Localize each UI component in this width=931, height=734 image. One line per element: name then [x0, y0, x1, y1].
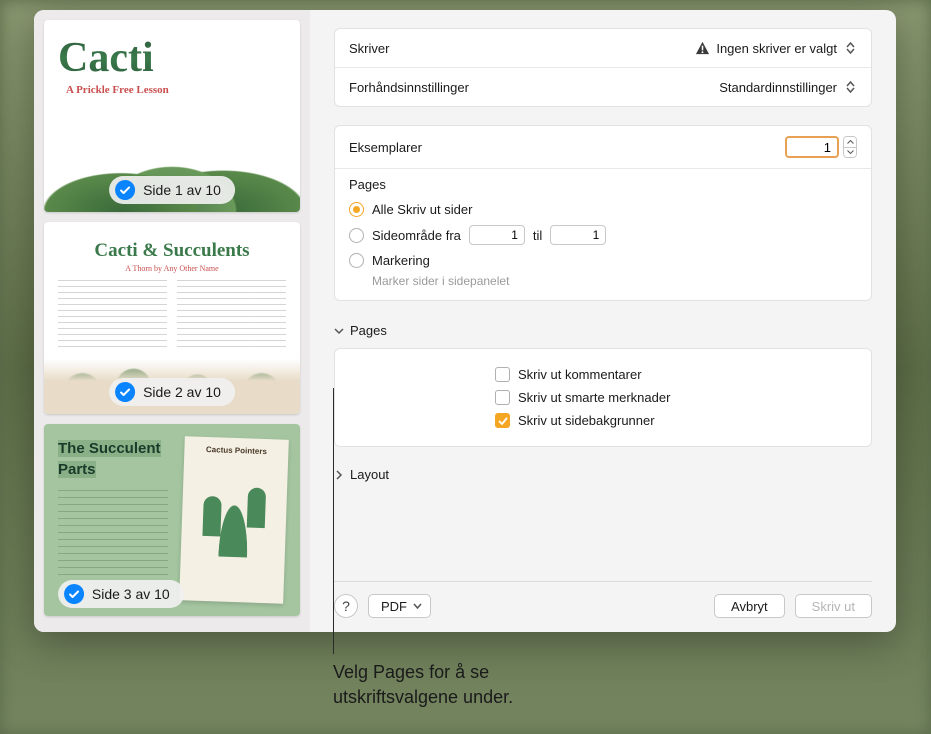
radio-icon	[349, 202, 364, 217]
presets-row: Forhåndsinnstillinger Standardinnstillin…	[335, 68, 871, 106]
check-icon	[115, 180, 135, 200]
callout-line1: Velg Pages for å se	[333, 660, 513, 685]
pages-disclosure-label: Pages	[350, 323, 387, 338]
thumb3-left: The Succulent Parts	[58, 438, 168, 580]
radio-icon	[349, 228, 364, 243]
print-backgrounds-checkbox[interactable]: Skriv ut sidebakgrunner	[495, 409, 857, 432]
dialog-footer: ? PDF Avbryt Skriv ut	[334, 581, 872, 618]
stepper-up[interactable]	[844, 137, 856, 148]
print-annotations-label: Skriv ut smarte merknader	[518, 390, 670, 405]
thumb1-title: Cacti	[58, 34, 154, 82]
copies-input[interactable]	[785, 136, 839, 158]
thumb2-body	[58, 280, 286, 352]
presets-value: Standardinnstillinger	[719, 80, 837, 95]
page-thumbnail-2[interactable]: Cacti & Succulents A Thorn by Any Other …	[44, 222, 300, 414]
thumb3-badge[interactable]: Side 3 av 10	[58, 580, 184, 608]
callout-line	[333, 388, 334, 654]
chevron-down-icon	[413, 603, 422, 609]
page-thumbnail-3[interactable]: The Succulent Parts Cactus Pointers Side…	[44, 424, 300, 616]
range-from-label: Sideområde fra	[372, 228, 461, 243]
thumb-badge-label: Side 3 av 10	[92, 586, 170, 602]
chevron-down-icon	[334, 326, 344, 336]
chevron-right-icon	[334, 470, 344, 480]
thumb2-title: Cacti & Succulents	[44, 240, 300, 262]
stepper-down[interactable]	[844, 148, 856, 158]
callout-line2: utskriftsvalgene under.	[333, 685, 513, 710]
radio-all-label: Alle Skriv ut sider	[372, 202, 472, 217]
copies-label: Eksemplarer	[349, 140, 785, 155]
thumb-badge-label: Side 1 av 10	[143, 182, 221, 198]
print-comments-checkbox[interactable]: Skriv ut kommentarer	[495, 363, 857, 386]
thumb3-right: Cactus Pointers	[179, 436, 289, 604]
checkbox-icon	[495, 367, 510, 382]
printer-value: Ingen skriver er valgt	[716, 41, 837, 56]
checkbox-icon	[495, 413, 510, 428]
pdf-label: PDF	[381, 599, 407, 614]
pages-disclosure[interactable]: Pages	[334, 319, 872, 342]
chevrons-icon	[843, 78, 857, 96]
printer-select[interactable]: Ingen skriver er valgt	[695, 39, 857, 57]
page-thumbnails-sidebar[interactable]: Cacti A Prickle Free Lesson Side 1 av 10…	[34, 10, 310, 632]
checkbox-icon	[495, 390, 510, 405]
radio-selection-label: Markering	[372, 253, 430, 268]
print-backgrounds-label: Skriv ut sidebakgrunner	[518, 413, 655, 428]
selection-hint: Marker sider i sidepanelet	[372, 274, 857, 288]
print-annotations-checkbox[interactable]: Skriv ut smarte merknader	[495, 386, 857, 409]
pages-block: Pages Alle Skriv ut sider Sideområde fra…	[335, 169, 871, 300]
radio-icon	[349, 253, 364, 268]
page-thumbnail-1[interactable]: Cacti A Prickle Free Lesson Side 1 av 10	[44, 20, 300, 212]
check-icon	[64, 584, 84, 604]
thumb2-badge[interactable]: Side 2 av 10	[109, 378, 235, 406]
copies-stepper[interactable]	[843, 136, 857, 158]
printer-label: Skriver	[349, 41, 695, 56]
thumb1-badge[interactable]: Side 1 av 10	[109, 176, 235, 204]
thumb-badge-label: Side 2 av 10	[143, 384, 221, 400]
callout-text: Velg Pages for å se utskriftsvalgene und…	[333, 660, 513, 710]
pdf-button[interactable]: PDF	[368, 594, 431, 618]
radio-all-pages[interactable]: Alle Skriv ut sider	[349, 198, 857, 221]
warning-icon	[695, 41, 710, 55]
copies-pages-section: Eksemplarer Pages Alle Skriv ut sider Si…	[334, 125, 872, 301]
print-options-main: Skriver Ingen skriver er valgt Forhåndsi…	[310, 10, 896, 632]
cancel-button[interactable]: Avbryt	[714, 594, 785, 618]
print-button[interactable]: Skriv ut	[795, 594, 872, 618]
range-to-input[interactable]	[550, 225, 606, 245]
layout-disclosure[interactable]: Layout	[334, 463, 872, 486]
thumb1-subtitle: A Prickle Free Lesson	[66, 84, 169, 96]
chevrons-icon	[843, 39, 857, 57]
thumb2-subtitle: A Thorn by Any Other Name	[44, 264, 300, 273]
printer-section: Skriver Ingen skriver er valgt Forhåndsi…	[334, 28, 872, 107]
printer-row: Skriver Ingen skriver er valgt	[335, 29, 871, 68]
check-icon	[115, 382, 135, 402]
layout-disclosure-label: Layout	[350, 467, 389, 482]
range-from-input[interactable]	[469, 225, 525, 245]
presets-select[interactable]: Standardinnstillinger	[719, 78, 857, 96]
pages-heading: Pages	[349, 177, 857, 192]
radio-page-range[interactable]: Sideområde fra til	[349, 221, 857, 249]
copies-row: Eksemplarer	[335, 126, 871, 169]
print-comments-label: Skriv ut kommentarer	[518, 367, 642, 382]
pages-options-panel: Skriv ut kommentarer Skriv ut smarte mer…	[334, 348, 872, 447]
presets-label: Forhåndsinnstillinger	[349, 80, 719, 95]
radio-selection[interactable]: Markering	[349, 249, 857, 272]
range-to-label: til	[533, 228, 542, 243]
help-button[interactable]: ?	[334, 594, 358, 618]
print-dialog: Cacti A Prickle Free Lesson Side 1 av 10…	[34, 10, 896, 632]
